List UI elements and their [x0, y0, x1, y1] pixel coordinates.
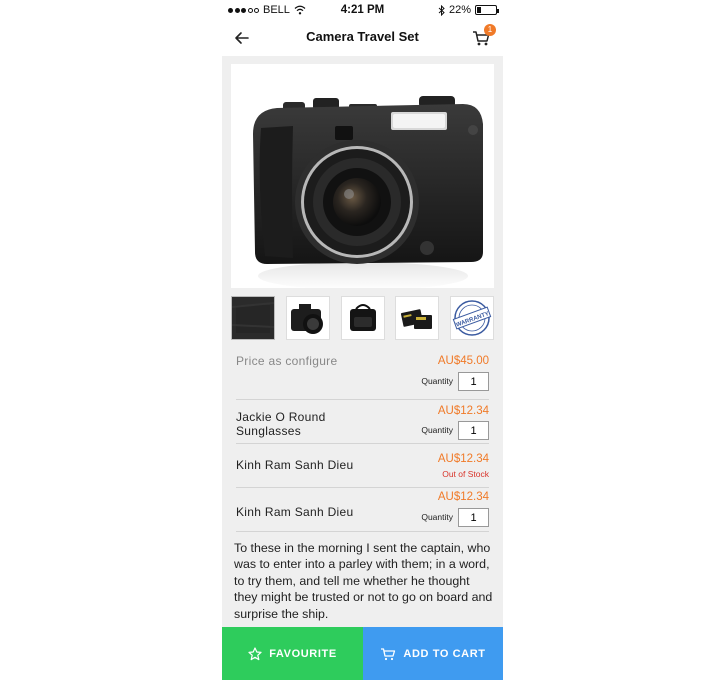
main-quantity-label: Quantity: [421, 376, 453, 386]
item-price: AU$12.34: [437, 453, 489, 465]
add-to-cart-button[interactable]: ADD TO CART: [363, 627, 503, 680]
thumbnail-dslr[interactable]: [285, 296, 330, 340]
bluetooth-icon: [438, 4, 445, 16]
thumbnail-strip: WARRANTY: [231, 296, 494, 340]
cart-button[interactable]: 1: [471, 24, 496, 48]
product-hero-image: [231, 64, 494, 290]
item-quantity-input[interactable]: [458, 508, 489, 527]
out-of-stock-label: Out of Stock: [442, 469, 489, 479]
favourite-label: FAVOURITE: [269, 647, 337, 660]
camera-illustration: [253, 96, 483, 290]
status-bar: BELL 4:21 PM 22%: [222, 0, 503, 20]
battery-icon: [475, 5, 499, 15]
product-content: WARRANTY Price as configure AU$45.00 Qua…: [222, 56, 503, 627]
list-item: Kinh Ram Sanh Dieu AU$12.34 Out of Stock: [236, 444, 489, 488]
item-price: AU$12.34: [437, 405, 489, 417]
phone-screen: BELL 4:21 PM 22% Camera Travel Set 1 WAR…: [222, 0, 503, 680]
nav-bar: Camera Travel Set 1: [222, 20, 503, 56]
item-quantity-label: Quantity: [421, 512, 453, 522]
item-quantity-label: Quantity: [421, 425, 453, 435]
memory-cards-icon: [401, 309, 433, 329]
main-product-price: AU$45.00: [437, 355, 489, 367]
dslr-camera-icon: [290, 304, 323, 334]
page-title: Camera Travel Set: [306, 29, 419, 44]
item-name: Kinh Ram Sanh Dieu: [236, 458, 354, 472]
back-arrow-icon[interactable]: [232, 28, 252, 48]
list-item: Kinh Ram Sanh Dieu AU$12.34 Quantity: [236, 488, 489, 532]
add-to-cart-label: ADD TO CART: [403, 647, 486, 660]
favourite-button[interactable]: FAVOURITE: [222, 627, 363, 680]
battery-percent: 22%: [448, 4, 471, 16]
cart-count-badge: 1: [484, 24, 496, 36]
main-quantity-input[interactable]: [458, 372, 489, 391]
list-item: Jackie O Round Sunglasses AU$12.34 Quant…: [236, 400, 489, 444]
star-icon: [248, 646, 262, 660]
status-right: 22%: [438, 4, 499, 16]
item-quantity-input[interactable]: [458, 421, 489, 440]
main-product-row: Price as configure AU$45.00 Quantity: [236, 350, 489, 400]
thumbnail-texture[interactable]: [231, 296, 275, 340]
item-price: AU$12.34: [437, 491, 489, 503]
thumbnail-bag[interactable]: [340, 296, 385, 340]
warranty-badge-icon: WARRANTY: [452, 300, 492, 336]
thumbnail-warranty[interactable]: WARRANTY: [450, 296, 494, 340]
camera-bag-icon: [349, 304, 376, 331]
thumbnail-memory-cards[interactable]: [395, 296, 440, 340]
item-name: Jackie O Round Sunglasses: [236, 410, 326, 438]
texture-swatch-icon: [231, 297, 275, 339]
main-product-label: Price as configure: [236, 354, 338, 368]
cart-icon: [381, 647, 396, 660]
item-name: Kinh Ram Sanh Dieu: [236, 505, 354, 519]
product-description: To these in the morning I sent the capta…: [234, 541, 493, 621]
